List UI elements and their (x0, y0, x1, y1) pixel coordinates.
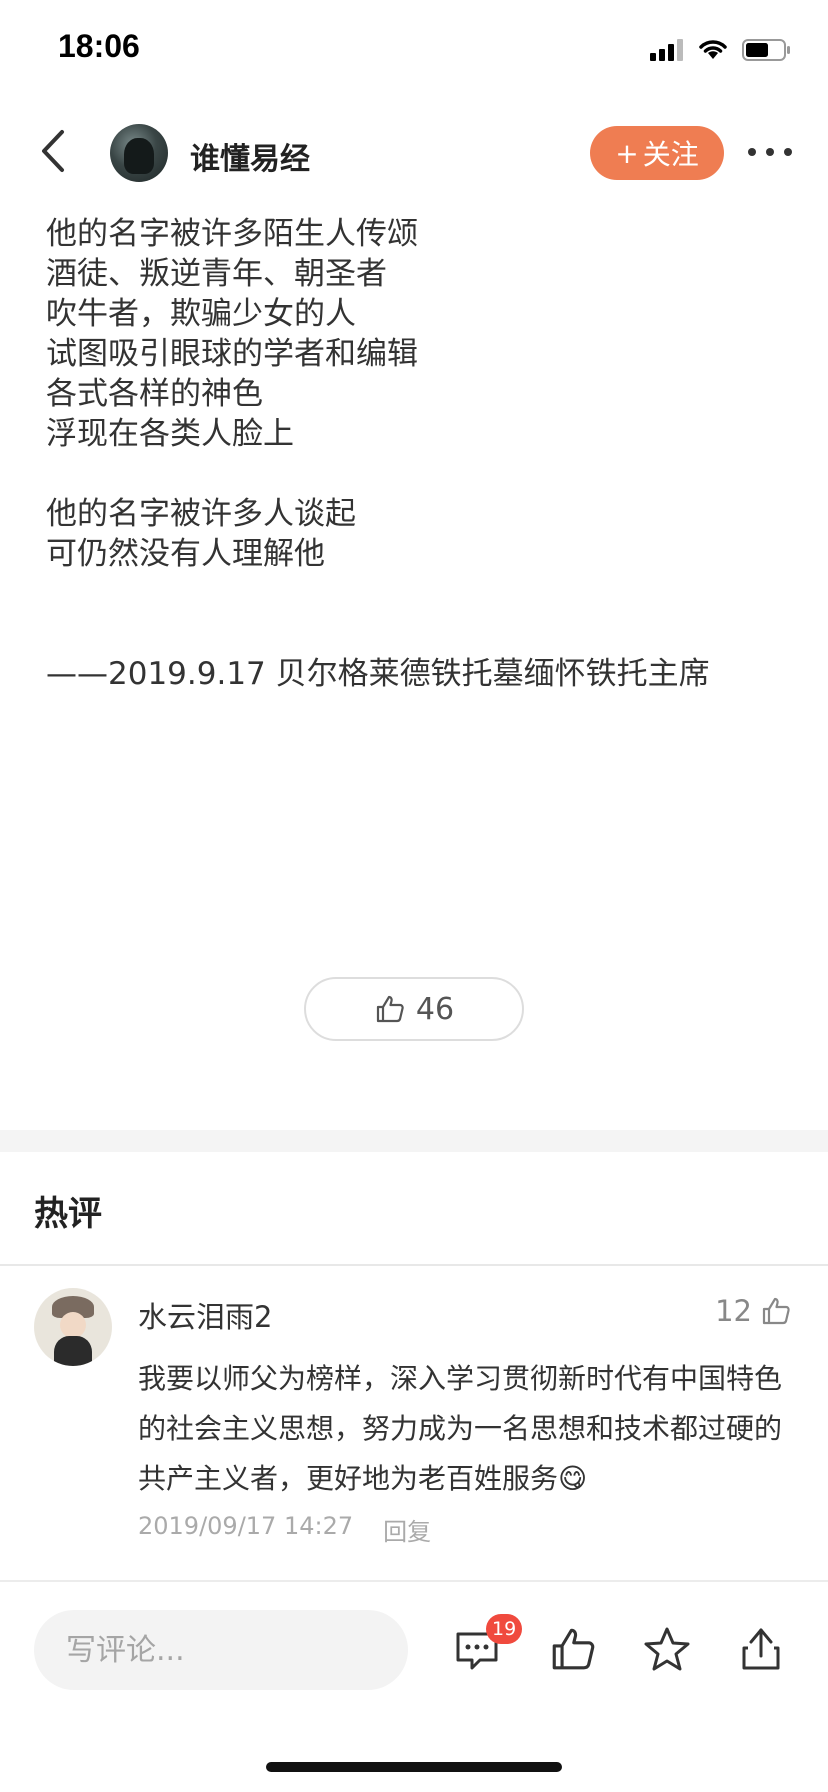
article-line: 酒徒、叛逆青年、朝圣者 (46, 256, 387, 292)
more-icon-dot (766, 148, 774, 156)
article-blank-line (46, 614, 806, 654)
comment-like-count: 12 (715, 1294, 752, 1328)
status-time: 18:06 (58, 28, 140, 64)
author-name[interactable]: 谁懂易经 (190, 134, 310, 178)
comment-meta: 2019/09/17 14:27 回复 (138, 1512, 431, 1547)
follow-label: 关注 (642, 138, 699, 171)
status-bar: 18:06 (0, 0, 828, 100)
comment-input[interactable] (34, 1610, 408, 1690)
thumbs-up-icon (376, 995, 404, 1023)
wifi-icon (699, 40, 727, 59)
favorite-button[interactable] (642, 1624, 692, 1674)
back-icon (42, 130, 64, 172)
plus-icon: + (615, 136, 639, 170)
comment-text-block: 我要以师父为榜样，深入学习贯彻新时代有中国特色的社会主义思想，努力成为一名思想和… (138, 1354, 798, 1504)
bottom-action-bar: 19 (0, 1584, 828, 1724)
share-button[interactable] (736, 1624, 786, 1674)
smile-emoji-icon: 😋 (558, 1462, 588, 1495)
divider (0, 1580, 828, 1582)
thumbs-up-icon (762, 1297, 790, 1325)
post-header: 谁懂易经 + 关注 (0, 118, 828, 188)
battery-icon (742, 39, 790, 61)
thumbs-up-icon (552, 1628, 595, 1670)
more-button[interactable] (748, 142, 794, 162)
share-icon (742, 1628, 780, 1670)
like-button[interactable]: 46 (304, 977, 524, 1041)
article-body: 他的名字被许多陌生人传颂 酒徒、叛逆青年、朝圣者 吹牛者，欺骗少女的人 试图吸引… (46, 214, 806, 694)
comment-like-button[interactable]: 12 (715, 1294, 792, 1328)
comment-count-badge: 19 (486, 1614, 523, 1644)
more-icon-dot (784, 148, 792, 156)
article-line: 试图吸引眼球的学者和编辑 (46, 336, 418, 372)
signal-icon (650, 39, 683, 61)
page: 18:06 谁懂易经 + 关注 他的名字被许多陌生人传颂 酒徒、叛逆青年、朝圣者… (0, 0, 828, 1792)
like-bar-button[interactable] (548, 1624, 598, 1674)
article-blank-line (46, 454, 806, 494)
commenter-avatar[interactable] (34, 1288, 112, 1366)
commenter-name[interactable]: 水云泪雨2 (138, 1294, 272, 1336)
hot-comments-title: 热评 (34, 1194, 102, 1234)
article-blank-line (46, 574, 806, 614)
author-avatar[interactable] (110, 124, 168, 182)
back-button[interactable] (36, 126, 76, 176)
like-count: 46 (415, 991, 455, 1027)
comment-text: 我要以师父为榜样，深入学习贯彻新时代有中国特色的社会主义思想，努力成为一名思想和… (138, 1362, 783, 1495)
comment-time: 2019/09/17 14:27 (138, 1512, 354, 1540)
article-line: 可仍然没有人理解他 (46, 536, 325, 572)
follow-button[interactable]: + 关注 (590, 126, 724, 180)
article-line: 吹牛者，欺骗少女的人 (46, 296, 356, 332)
article-line: 他的名字被许多人谈起 (46, 496, 356, 532)
section-divider (0, 1130, 828, 1152)
article-signature: ——2019.9.17 贝尔格莱德铁托墓缅怀铁托主席 (46, 656, 710, 692)
more-icon-dot (748, 148, 756, 156)
comment-item: 水云泪雨2 12 我要以师父为榜样，深入学习贯彻新时代有中国特色的社会主义思想，… (0, 1266, 828, 1582)
article-line: 他的名字被许多陌生人传颂 (46, 216, 418, 252)
article-line: 各式各样的神色 (46, 376, 263, 412)
star-icon (644, 1627, 690, 1671)
reply-button[interactable]: 回复 (383, 1512, 431, 1547)
article-line: 浮现在各类人脸上 (46, 416, 294, 452)
status-icons (650, 36, 792, 64)
home-indicator (266, 1762, 562, 1772)
